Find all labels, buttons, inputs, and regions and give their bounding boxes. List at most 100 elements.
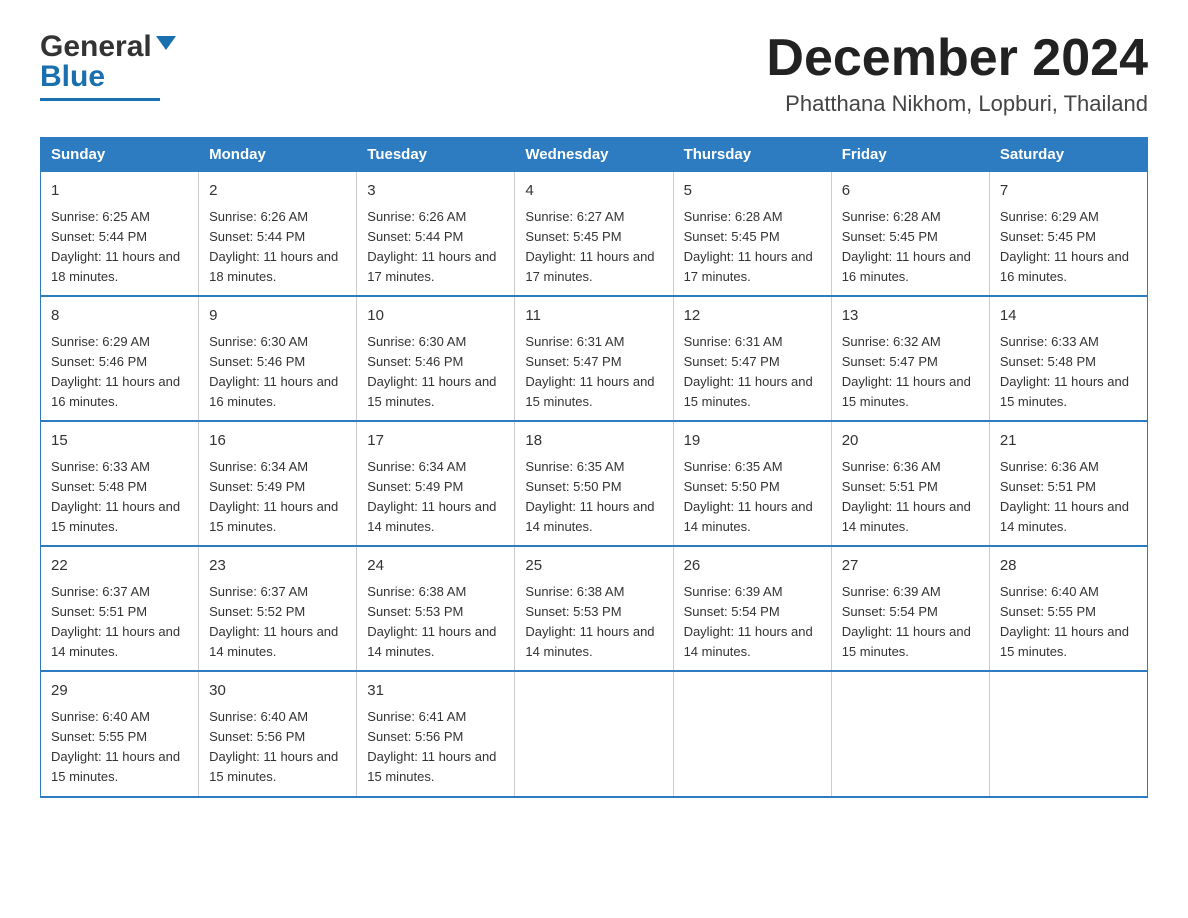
- day-info: Sunrise: 6:40 AMSunset: 5:56 PMDaylight:…: [209, 707, 346, 788]
- month-title: December 2024: [766, 30, 1148, 87]
- weekday-header-thursday: Thursday: [673, 138, 831, 172]
- day-number: 14: [1000, 305, 1137, 328]
- day-number: 4: [525, 180, 662, 203]
- weekday-header-friday: Friday: [831, 138, 989, 172]
- logo-general-text: General: [40, 30, 152, 64]
- day-info: Sunrise: 6:37 AMSunset: 5:51 PMDaylight:…: [51, 582, 188, 663]
- day-number: 8: [51, 305, 188, 328]
- day-number: 19: [684, 430, 821, 453]
- week-row-3: 15 Sunrise: 6:33 AMSunset: 5:48 PMDaylig…: [41, 421, 1148, 546]
- day-number: 25: [525, 555, 662, 578]
- calendar-cell: [515, 671, 673, 796]
- weekday-header-monday: Monday: [199, 138, 357, 172]
- day-number: 1: [51, 180, 188, 203]
- calendar-cell: 19 Sunrise: 6:35 AMSunset: 5:50 PMDaylig…: [673, 421, 831, 546]
- calendar-cell: [831, 671, 989, 796]
- day-number: 7: [1000, 180, 1137, 203]
- weekday-header-saturday: Saturday: [989, 138, 1147, 172]
- day-info: Sunrise: 6:31 AMSunset: 5:47 PMDaylight:…: [525, 332, 662, 413]
- calendar-cell: 29 Sunrise: 6:40 AMSunset: 5:55 PMDaylig…: [41, 671, 199, 796]
- location-subtitle: Phatthana Nikhom, Lopburi, Thailand: [766, 91, 1148, 117]
- day-info: Sunrise: 6:41 AMSunset: 5:56 PMDaylight:…: [367, 707, 504, 788]
- day-info: Sunrise: 6:28 AMSunset: 5:45 PMDaylight:…: [842, 207, 979, 288]
- day-info: Sunrise: 6:36 AMSunset: 5:51 PMDaylight:…: [1000, 457, 1137, 538]
- day-number: 28: [1000, 555, 1137, 578]
- day-info: Sunrise: 6:40 AMSunset: 5:55 PMDaylight:…: [1000, 582, 1137, 663]
- weekday-header-row: SundayMondayTuesdayWednesdayThursdayFrid…: [41, 138, 1148, 172]
- weekday-header-sunday: Sunday: [41, 138, 199, 172]
- day-info: Sunrise: 6:34 AMSunset: 5:49 PMDaylight:…: [367, 457, 504, 538]
- calendar-cell: 24 Sunrise: 6:38 AMSunset: 5:53 PMDaylig…: [357, 546, 515, 671]
- calendar-cell: 26 Sunrise: 6:39 AMSunset: 5:54 PMDaylig…: [673, 546, 831, 671]
- page-header: General Blue December 2024 Phatthana Nik…: [40, 30, 1148, 117]
- day-info: Sunrise: 6:30 AMSunset: 5:46 PMDaylight:…: [367, 332, 504, 413]
- title-section: December 2024 Phatthana Nikhom, Lopburi,…: [766, 30, 1148, 117]
- day-info: Sunrise: 6:31 AMSunset: 5:47 PMDaylight:…: [684, 332, 821, 413]
- day-info: Sunrise: 6:33 AMSunset: 5:48 PMDaylight:…: [51, 457, 188, 538]
- weekday-header-tuesday: Tuesday: [357, 138, 515, 172]
- day-number: 2: [209, 180, 346, 203]
- calendar-cell: 11 Sunrise: 6:31 AMSunset: 5:47 PMDaylig…: [515, 296, 673, 421]
- day-number: 27: [842, 555, 979, 578]
- calendar-cell: 18 Sunrise: 6:35 AMSunset: 5:50 PMDaylig…: [515, 421, 673, 546]
- calendar-cell: 12 Sunrise: 6:31 AMSunset: 5:47 PMDaylig…: [673, 296, 831, 421]
- day-number: 13: [842, 305, 979, 328]
- day-number: 16: [209, 430, 346, 453]
- day-info: Sunrise: 6:40 AMSunset: 5:55 PMDaylight:…: [51, 707, 188, 788]
- day-info: Sunrise: 6:38 AMSunset: 5:53 PMDaylight:…: [367, 582, 504, 663]
- calendar-cell: 3 Sunrise: 6:26 AMSunset: 5:44 PMDayligh…: [357, 172, 515, 297]
- week-row-5: 29 Sunrise: 6:40 AMSunset: 5:55 PMDaylig…: [41, 671, 1148, 796]
- calendar-cell: [989, 671, 1147, 796]
- day-number: 21: [1000, 430, 1137, 453]
- calendar-cell: 16 Sunrise: 6:34 AMSunset: 5:49 PMDaylig…: [199, 421, 357, 546]
- calendar-table: SundayMondayTuesdayWednesdayThursdayFrid…: [40, 137, 1148, 797]
- day-info: Sunrise: 6:30 AMSunset: 5:46 PMDaylight:…: [209, 332, 346, 413]
- calendar-cell: 13 Sunrise: 6:32 AMSunset: 5:47 PMDaylig…: [831, 296, 989, 421]
- logo-blue-text: Blue: [40, 60, 105, 94]
- calendar-cell: 2 Sunrise: 6:26 AMSunset: 5:44 PMDayligh…: [199, 172, 357, 297]
- calendar-cell: [673, 671, 831, 796]
- day-info: Sunrise: 6:35 AMSunset: 5:50 PMDaylight:…: [525, 457, 662, 538]
- calendar-cell: 9 Sunrise: 6:30 AMSunset: 5:46 PMDayligh…: [199, 296, 357, 421]
- day-info: Sunrise: 6:37 AMSunset: 5:52 PMDaylight:…: [209, 582, 346, 663]
- day-info: Sunrise: 6:26 AMSunset: 5:44 PMDaylight:…: [209, 207, 346, 288]
- day-number: 30: [209, 680, 346, 703]
- day-info: Sunrise: 6:26 AMSunset: 5:44 PMDaylight:…: [367, 207, 504, 288]
- weekday-header-wednesday: Wednesday: [515, 138, 673, 172]
- day-number: 24: [367, 555, 504, 578]
- logo-triangle-icon: [156, 36, 176, 50]
- calendar-cell: 20 Sunrise: 6:36 AMSunset: 5:51 PMDaylig…: [831, 421, 989, 546]
- calendar-cell: 30 Sunrise: 6:40 AMSunset: 5:56 PMDaylig…: [199, 671, 357, 796]
- week-row-2: 8 Sunrise: 6:29 AMSunset: 5:46 PMDayligh…: [41, 296, 1148, 421]
- calendar-cell: 25 Sunrise: 6:38 AMSunset: 5:53 PMDaylig…: [515, 546, 673, 671]
- day-number: 26: [684, 555, 821, 578]
- day-number: 5: [684, 180, 821, 203]
- day-info: Sunrise: 6:34 AMSunset: 5:49 PMDaylight:…: [209, 457, 346, 538]
- day-number: 29: [51, 680, 188, 703]
- calendar-body: 1 Sunrise: 6:25 AMSunset: 5:44 PMDayligh…: [41, 172, 1148, 797]
- day-number: 3: [367, 180, 504, 203]
- day-info: Sunrise: 6:27 AMSunset: 5:45 PMDaylight:…: [525, 207, 662, 288]
- day-number: 10: [367, 305, 504, 328]
- calendar-cell: 1 Sunrise: 6:25 AMSunset: 5:44 PMDayligh…: [41, 172, 199, 297]
- calendar-cell: 4 Sunrise: 6:27 AMSunset: 5:45 PMDayligh…: [515, 172, 673, 297]
- day-info: Sunrise: 6:32 AMSunset: 5:47 PMDaylight:…: [842, 332, 979, 413]
- calendar-cell: 21 Sunrise: 6:36 AMSunset: 5:51 PMDaylig…: [989, 421, 1147, 546]
- day-number: 31: [367, 680, 504, 703]
- calendar-cell: 15 Sunrise: 6:33 AMSunset: 5:48 PMDaylig…: [41, 421, 199, 546]
- day-number: 12: [684, 305, 821, 328]
- day-number: 17: [367, 430, 504, 453]
- day-number: 22: [51, 555, 188, 578]
- calendar-cell: 6 Sunrise: 6:28 AMSunset: 5:45 PMDayligh…: [831, 172, 989, 297]
- day-number: 23: [209, 555, 346, 578]
- calendar-cell: 27 Sunrise: 6:39 AMSunset: 5:54 PMDaylig…: [831, 546, 989, 671]
- day-number: 6: [842, 180, 979, 203]
- day-info: Sunrise: 6:33 AMSunset: 5:48 PMDaylight:…: [1000, 332, 1137, 413]
- week-row-4: 22 Sunrise: 6:37 AMSunset: 5:51 PMDaylig…: [41, 546, 1148, 671]
- calendar-cell: 28 Sunrise: 6:40 AMSunset: 5:55 PMDaylig…: [989, 546, 1147, 671]
- calendar-cell: 7 Sunrise: 6:29 AMSunset: 5:45 PMDayligh…: [989, 172, 1147, 297]
- calendar-header: SundayMondayTuesdayWednesdayThursdayFrid…: [41, 138, 1148, 172]
- calendar-cell: 10 Sunrise: 6:30 AMSunset: 5:46 PMDaylig…: [357, 296, 515, 421]
- calendar-cell: 17 Sunrise: 6:34 AMSunset: 5:49 PMDaylig…: [357, 421, 515, 546]
- day-info: Sunrise: 6:35 AMSunset: 5:50 PMDaylight:…: [684, 457, 821, 538]
